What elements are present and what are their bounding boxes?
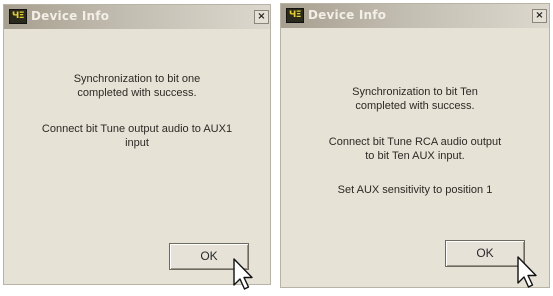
- close-button[interactable]: ×: [254, 10, 269, 24]
- message-line: Connect bit Tune RCA audio output: [328, 136, 502, 148]
- message-line: Synchronization to bit Ten: [352, 86, 478, 98]
- message-line: Connect bit Tune output audio to AUX1: [41, 123, 233, 135]
- app-icon: ЧΞ: [9, 9, 27, 24]
- ok-button[interactable]: OK: [445, 240, 525, 267]
- mouse-pointer-icon: [233, 258, 253, 290]
- screenshot-canvas: ЧΞ Device Info × Synchronization to bit …: [0, 0, 553, 296]
- message-sync: Synchronization to bit Ten completed wit…: [291, 85, 539, 113]
- title-bar[interactable]: ЧΞ Device Info ×: [281, 4, 549, 28]
- message-line: input: [125, 137, 149, 149]
- app-icon: ЧΞ: [286, 8, 304, 23]
- message-line: Set AUX sensitivity to position 1: [337, 184, 493, 196]
- message-connect: Connect bit Tune output audio to AUX1 in…: [14, 122, 260, 150]
- message-line: completed with success.: [355, 100, 475, 112]
- message-sensitivity: Set AUX sensitivity to position 1: [291, 183, 539, 197]
- message-line: Synchronization to bit one: [73, 73, 201, 85]
- title-bar[interactable]: ЧΞ Device Info ×: [4, 5, 270, 29]
- message-connect: Connect bit Tune RCA audio output to bit…: [291, 135, 539, 163]
- close-icon: ×: [257, 11, 266, 22]
- close-icon: ×: [535, 10, 544, 21]
- device-info-dialog-1: ЧΞ Device Info × Synchronization to bit …: [3, 4, 271, 285]
- close-button[interactable]: ×: [532, 9, 547, 23]
- dialog-title: Device Info: [31, 9, 110, 23]
- dialog-title: Device Info: [308, 8, 387, 22]
- mouse-pointer-icon: [517, 256, 537, 288]
- message-sync: Synchronization to bit one completed wit…: [14, 72, 260, 100]
- message-line: completed with success.: [77, 87, 197, 99]
- message-line: to bit Ten AUX input.: [365, 150, 465, 162]
- device-info-dialog-2: ЧΞ Device Info × Synchronization to bit …: [280, 3, 550, 288]
